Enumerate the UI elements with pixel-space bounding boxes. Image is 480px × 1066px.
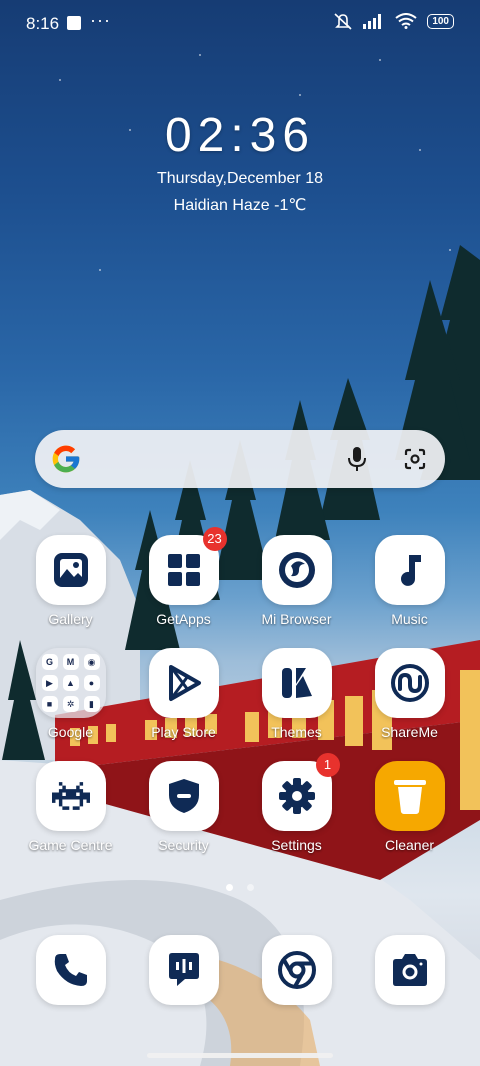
clock-widget-time[interactable]: 02:36 xyxy=(0,108,480,163)
browser-icon xyxy=(261,535,332,605)
app-label: Google xyxy=(47,724,94,740)
drive-mini-icon: ▲ xyxy=(62,675,79,691)
notification-badge: 1 xyxy=(315,753,340,777)
app-label: Gallery xyxy=(48,611,93,627)
app-label: Settings xyxy=(271,837,322,853)
mic-icon[interactable] xyxy=(347,446,367,472)
app-themes[interactable]: Themes xyxy=(240,648,353,740)
shareme-icon xyxy=(374,648,445,718)
trash-icon xyxy=(374,761,445,831)
folder-google[interactable]: G M ◉ ▶ ▲ ● ■ ✲ ▮ Google xyxy=(14,648,127,740)
clock-widget-weather[interactable]: Haidian Haze -1℃ xyxy=(0,195,480,215)
play-icon xyxy=(148,648,219,718)
dock-messages[interactable] xyxy=(127,935,240,1005)
app-label: Security xyxy=(158,837,209,853)
chrome-icon xyxy=(261,935,332,1005)
grid-icon: 23 xyxy=(148,527,227,605)
app-label: ShareMe xyxy=(381,724,438,740)
meet-mini-icon: ■ xyxy=(41,696,58,712)
app-mi-browser[interactable]: Mi Browser xyxy=(240,535,353,627)
app-label: Cleaner xyxy=(384,837,435,853)
clock-widget-date: Thursday,December 18 xyxy=(157,170,323,187)
app-settings[interactable]: 1 Settings xyxy=(240,753,353,853)
app-gallery[interactable]: Gallery xyxy=(14,535,127,627)
status-bar: 8:16 ··· 100 xyxy=(0,0,480,48)
page-dot-active xyxy=(226,884,233,891)
google-search-bar[interactable] xyxy=(35,430,445,488)
files-mini-icon: ▮ xyxy=(83,696,100,712)
gmail-mini-icon: M xyxy=(62,654,79,670)
status-time: 8:16 xyxy=(26,14,60,33)
battery-indicator: 100 xyxy=(427,13,454,29)
camera-icon xyxy=(374,935,445,1005)
gear-icon: 1 xyxy=(261,753,340,831)
more-notifications-icon: ··· xyxy=(90,10,111,30)
gallery-icon xyxy=(35,535,106,605)
app-shareme[interactable]: ShareMe xyxy=(353,648,466,740)
music-mini-icon: ● xyxy=(83,675,100,691)
app-label: Play Store xyxy=(151,724,216,740)
app-label: Themes xyxy=(271,724,322,740)
app-label: GetApps xyxy=(156,611,211,627)
mute-icon xyxy=(334,13,352,30)
app-play-store[interactable]: Play Store xyxy=(127,648,240,740)
photos-mini-icon: ✲ xyxy=(62,696,79,712)
phone-icon xyxy=(35,935,106,1005)
music-note-icon xyxy=(374,535,445,605)
notification-icon xyxy=(67,16,81,30)
gesture-navigation-bar[interactable] xyxy=(147,1053,333,1058)
app-label: Game Centre xyxy=(28,837,113,853)
google-logo-icon xyxy=(52,445,80,473)
page-dot xyxy=(247,884,254,891)
invader-icon xyxy=(35,761,106,831)
dock-chrome[interactable] xyxy=(240,935,353,1005)
app-game-centre[interactable]: Game Centre xyxy=(14,761,127,853)
app-getapps[interactable]: 23 GetApps xyxy=(127,527,240,627)
app-security[interactable]: Security xyxy=(127,761,240,853)
page-indicator xyxy=(0,884,480,891)
app-music[interactable]: Music xyxy=(353,535,466,627)
google-mini-icon: G xyxy=(41,654,58,670)
app-cleaner[interactable]: Cleaner xyxy=(353,761,466,853)
dock-camera[interactable] xyxy=(353,935,466,1005)
themes-icon xyxy=(261,648,332,718)
shield-icon xyxy=(148,761,219,831)
notification-badge: 23 xyxy=(202,527,227,551)
app-label: Music xyxy=(391,611,428,627)
messages-icon xyxy=(148,935,219,1005)
app-label: Mi Browser xyxy=(261,611,332,627)
wifi-icon xyxy=(395,13,417,29)
signal-icon xyxy=(363,14,382,29)
dock-phone[interactable] xyxy=(14,935,127,1005)
lens-icon[interactable] xyxy=(403,447,427,471)
folder-icon: G M ◉ ▶ ▲ ● ■ ✲ ▮ xyxy=(35,648,106,718)
maps-mini-icon: ◉ xyxy=(83,654,100,670)
youtube-mini-icon: ▶ xyxy=(41,675,58,691)
